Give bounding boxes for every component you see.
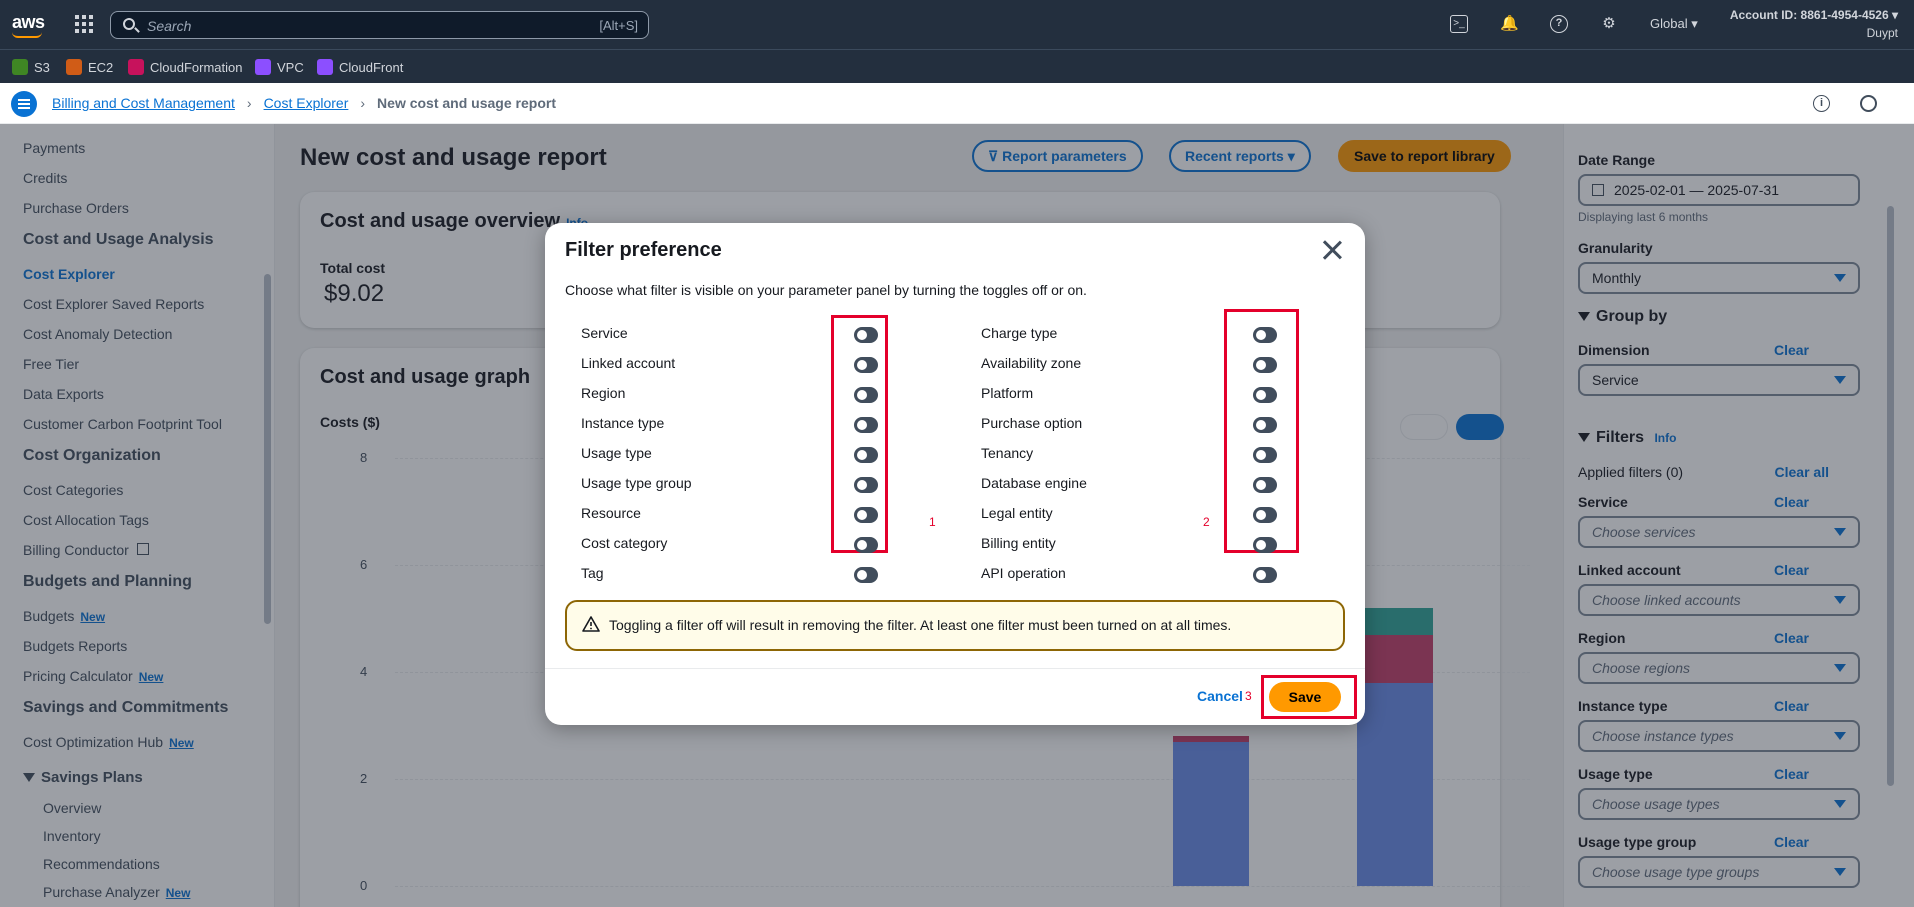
filter-toggle[interactable] (854, 447, 878, 463)
settings-icon[interactable] (1860, 95, 1877, 112)
favorite-label: EC2 (88, 59, 114, 75)
right-filter-label: Charge type (981, 325, 1058, 341)
search-shortcut: [Alt+S] (599, 18, 638, 33)
close-icon[interactable] (1321, 239, 1343, 261)
account-id: Account ID: 8861-4954-4526 ▾ (1729, 8, 1898, 22)
breadcrumb-bar: Billing and Cost Management › Cost Explo… (0, 83, 1914, 124)
left-filter-label: Usage type group (581, 475, 692, 491)
aws-logo[interactable]: aws (12, 12, 45, 33)
favorite-cloudfront[interactable]: CloudFront (317, 58, 403, 76)
filter-toggle[interactable] (1253, 567, 1277, 583)
annotation-label-2: 2 (1203, 515, 1210, 529)
favorites-bar: S3 EC2 CloudFormation VPC CloudFront (0, 49, 1914, 83)
ec2-icon (66, 59, 82, 75)
filter-toggle[interactable] (1253, 387, 1277, 403)
left-filter-label: Region (581, 385, 626, 401)
annotation-label-3: 3 (1245, 689, 1252, 703)
favorite-label: CloudFront (339, 59, 404, 75)
right-filter-label: Billing entity (981, 535, 1056, 551)
left-filter-label: Instance type (581, 415, 665, 431)
left-filter-label: Tag (581, 565, 604, 581)
filter-toggle[interactable] (1253, 507, 1277, 523)
help-icon[interactable]: ? (1550, 15, 1568, 33)
bell-icon[interactable]: 🔔 (1500, 15, 1519, 33)
right-filter-label: Purchase option (981, 415, 1083, 431)
modal-description: Choose what filter is visible on your pa… (565, 282, 1087, 298)
vpc-icon (255, 59, 271, 75)
breadcrumb-current: New cost and usage report (377, 95, 556, 111)
favorite-label: S3 (34, 59, 50, 75)
filter-toggle[interactable] (854, 507, 878, 523)
filter-preference-modal: Filter preference Choose what filter is … (545, 223, 1365, 725)
chevron-right-icon: › (246, 95, 252, 111)
account-menu[interactable]: Account ID: 8861-4954-4526 ▾ Duypt (1730, 6, 1898, 42)
right-filter-label: API operation (981, 565, 1066, 581)
cloudshell-icon[interactable]: >_ (1450, 15, 1468, 33)
breadcrumb-cost-explorer[interactable]: Cost Explorer (264, 95, 349, 111)
modal-title: Filter preference (565, 239, 722, 261)
s3-icon (12, 59, 28, 75)
cloudformation-icon (128, 59, 144, 75)
filter-toggle[interactable] (1253, 327, 1277, 343)
annotation-label-1: 1 (929, 515, 936, 529)
filter-toggle[interactable] (854, 537, 878, 553)
top-navigation-bar: aws Search [Alt+S] >_ 🔔 ? ⚙ Global ▾ Acc… (0, 0, 1914, 49)
filter-toggle[interactable] (1253, 537, 1277, 553)
left-filter-label: Linked account (581, 355, 676, 371)
region-selector[interactable]: Global ▾ (1650, 16, 1698, 32)
breadcrumb-billing[interactable]: Billing and Cost Management (52, 95, 235, 111)
filter-toggle[interactable] (1253, 417, 1277, 433)
chevron-right-icon: › (360, 95, 366, 111)
breadcrumb: Billing and Cost Management › Cost Explo… (52, 95, 556, 111)
left-filter-label: Service (581, 325, 628, 341)
modal-divider (545, 668, 1365, 669)
save-button[interactable]: Save (1269, 682, 1341, 712)
filter-toggle[interactable] (1253, 447, 1277, 463)
favorite-ec2[interactable]: EC2 (66, 58, 113, 76)
left-filter-label: Resource (581, 505, 641, 521)
side-nav-toggle-button[interactable] (11, 91, 37, 117)
favorite-s3[interactable]: S3 (12, 58, 50, 76)
filter-toggle[interactable] (1253, 477, 1277, 493)
favorite-vpc[interactable]: VPC (255, 58, 304, 76)
favorite-cloudformation[interactable]: CloudFormation (128, 58, 243, 76)
left-filter-label: Usage type (581, 445, 652, 461)
info-icon[interactable]: i (1813, 95, 1830, 112)
filter-toggle[interactable] (854, 387, 878, 403)
services-menu-icon[interactable] (75, 15, 93, 33)
cancel-button[interactable]: Cancel (1197, 688, 1243, 704)
right-filter-label: Availability zone (981, 355, 1082, 371)
gear-icon[interactable]: ⚙ (1600, 15, 1618, 33)
search-placeholder: Search (147, 18, 192, 34)
filter-toggle[interactable] (854, 357, 878, 373)
warning-alert: Toggling a filter off will result in rem… (565, 600, 1345, 651)
search-input[interactable]: Search [Alt+S] (110, 11, 649, 39)
right-filter-label: Legal entity (981, 505, 1053, 521)
warning-icon (582, 616, 600, 632)
aws-logo-smile (12, 32, 42, 38)
favorite-label: CloudFormation (150, 59, 243, 75)
favorite-label: VPC (277, 59, 304, 75)
right-filter-label: Platform (981, 385, 1034, 401)
right-filter-label: Tenancy (981, 445, 1034, 461)
filter-toggle[interactable] (854, 417, 878, 433)
search-icon (123, 18, 135, 30)
warning-text: Toggling a filter off will result in rem… (609, 617, 1232, 633)
right-filter-label: Database engine (981, 475, 1087, 491)
left-filter-label: Cost category (581, 535, 668, 551)
cloudfront-icon (317, 59, 333, 75)
filter-toggle[interactable] (854, 327, 878, 343)
user-name: Duypt (1866, 26, 1898, 40)
filter-toggle[interactable] (854, 477, 878, 493)
filter-toggle[interactable] (854, 567, 878, 583)
filter-toggle[interactable] (1253, 357, 1277, 373)
